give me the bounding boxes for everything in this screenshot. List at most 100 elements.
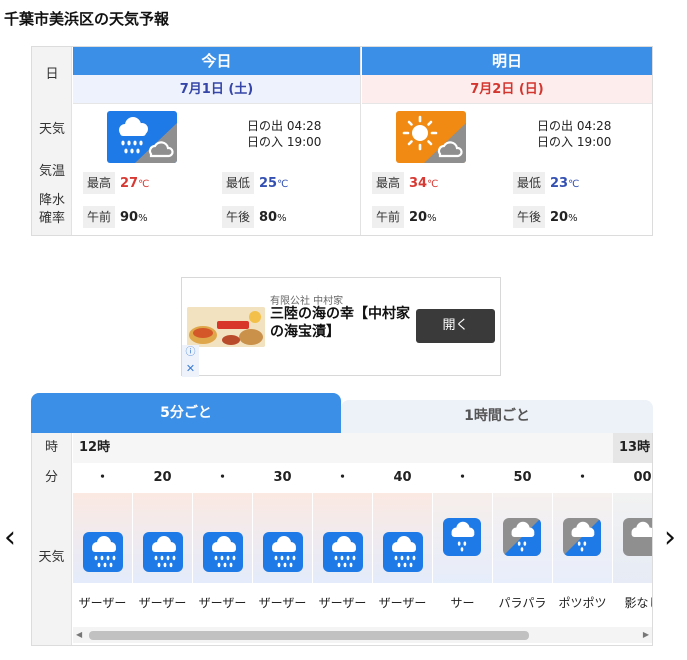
pm-precip-label: 午後 bbox=[222, 206, 255, 228]
high-temp-value: 34 bbox=[409, 176, 428, 191]
weather-description: 影なし bbox=[613, 583, 652, 623]
precip-unit: % bbox=[138, 213, 148, 224]
day-column-today: 今日 7月1日 (土) 日の出 04:28 日の入 19:00 最高 27℃ 最… bbox=[73, 47, 361, 235]
minute-label: 40 bbox=[373, 463, 432, 493]
sunny-then-cloudy-icon bbox=[396, 111, 466, 163]
light-rain-cloudy-icon bbox=[563, 518, 601, 556]
high-temp-label: 最高 bbox=[83, 172, 116, 194]
row-label-weather: 天気 bbox=[32, 493, 72, 645]
pm-precip: 午後 80% bbox=[222, 206, 287, 228]
nowcast-columns: ・ザーザー 20 ザーザー・ザーザー 30 ザーザー・ザーザー 40 ザーザー・サー 50 パラ… bbox=[73, 463, 652, 623]
low-temp: 最低 23℃ bbox=[513, 172, 579, 194]
minute-label: ・ bbox=[433, 463, 492, 493]
pm-precip-label: 午後 bbox=[513, 206, 546, 228]
weather-description: ザーザー bbox=[313, 583, 372, 623]
temp-unit: ℃ bbox=[277, 179, 289, 190]
nowcast-tabs: 5分ごと 1時間ごと bbox=[31, 393, 653, 433]
precip-unit: % bbox=[568, 213, 578, 224]
nowcast-column: ・ザーザー bbox=[193, 463, 253, 623]
precip-unit: % bbox=[427, 213, 437, 224]
row-label-precip-1: 降水 bbox=[38, 193, 65, 208]
sunset-time: 日の入 19:00 bbox=[537, 135, 612, 149]
day-column-tomorrow: 明日 7月2日 (日) 日の出 04:28 日の入 19:00 最高 34℃ 最… bbox=[362, 47, 652, 235]
tab-1hour[interactable]: 1時間ごと bbox=[341, 400, 653, 433]
prev-arrow-icon[interactable]: ‹ bbox=[4, 518, 16, 558]
nowcast-column: 00 影なし bbox=[613, 463, 652, 623]
nowcast-column: ・ザーザー bbox=[313, 463, 373, 623]
heavy-rain-icon bbox=[143, 532, 183, 572]
sun-times: 日の出 04:28 日の入 19:00 bbox=[247, 118, 321, 150]
ad-close-icon[interactable]: ✕ bbox=[182, 361, 199, 377]
weather-description: ザーザー bbox=[253, 583, 312, 623]
low-temp-value: 25 bbox=[259, 176, 278, 191]
weather-cell bbox=[133, 493, 192, 583]
ad-product-image[interactable] bbox=[187, 307, 265, 347]
scroll-right-icon[interactable]: ▶ bbox=[643, 630, 649, 639]
page-title: 千葉市美浜区の天気予報 bbox=[4, 10, 170, 28]
row-label-temp: 気温 bbox=[38, 164, 65, 179]
scroll-left-icon[interactable]: ◀ bbox=[76, 630, 82, 639]
minute-label: 00 bbox=[613, 463, 652, 493]
day-date: 7月2日 (日) bbox=[362, 75, 652, 104]
heavy-rain-icon bbox=[203, 532, 243, 572]
day-heading: 今日 bbox=[73, 47, 360, 75]
sun-times: 日の出 04:28 日の入 19:00 bbox=[537, 118, 611, 150]
weather-description: ザーザー bbox=[133, 583, 192, 623]
daily-forecast-table: 日 天気 気温 降水 確率 今日 7月1日 (土) 日の出 04:28 日の入 … bbox=[31, 46, 653, 236]
rain-then-cloudy-icon bbox=[107, 111, 177, 163]
minute-label: ・ bbox=[193, 463, 252, 493]
am-precip-value: 20 bbox=[409, 210, 428, 225]
light-rain-cloudy-icon bbox=[503, 518, 541, 556]
weather-cell bbox=[253, 493, 312, 583]
ad-banner[interactable]: 有限公社 中村家 三陸の海の幸【中村家の海宝漬】 開く ⓘ ✕ bbox=[181, 277, 501, 377]
weather-cell bbox=[613, 493, 652, 583]
weather-description: ザーザー bbox=[193, 583, 252, 623]
nowcast-column: ・ザーザー bbox=[73, 463, 133, 623]
row-label-hour: 時 bbox=[32, 433, 72, 463]
high-temp-label: 最高 bbox=[372, 172, 405, 194]
weather-description: サー bbox=[433, 583, 492, 623]
daily-row-labels: 日 天気 気温 降水 確率 bbox=[32, 47, 72, 235]
day-heading: 明日 bbox=[362, 47, 652, 75]
weather-cell bbox=[493, 493, 552, 583]
high-temp: 最高 34℃ bbox=[372, 172, 438, 194]
row-label-precip-2: 確率 bbox=[38, 211, 65, 226]
nowcast-column: ・サー bbox=[433, 463, 493, 623]
row-label-minute: 分 bbox=[32, 463, 72, 493]
weather-cell bbox=[313, 493, 372, 583]
nowcast-column: 40 ザーザー bbox=[373, 463, 433, 623]
minute-label: 20 bbox=[133, 463, 192, 493]
heavy-rain-icon bbox=[383, 532, 423, 572]
scrollbar-thumb[interactable] bbox=[89, 631, 529, 640]
row-label-day: 日 bbox=[45, 67, 59, 82]
day-date: 7月1日 (土) bbox=[73, 75, 360, 104]
hour-row: 12時 13時 bbox=[73, 433, 652, 463]
weather-cell bbox=[433, 493, 492, 583]
precip-unit: % bbox=[277, 213, 287, 224]
next-arrow-icon[interactable]: › bbox=[664, 518, 676, 558]
weather-cell bbox=[553, 493, 612, 583]
temp-unit: ℃ bbox=[427, 179, 439, 190]
row-label-weather: 天気 bbox=[38, 122, 65, 137]
pm-precip-value: 20 bbox=[550, 210, 569, 225]
rain-icon bbox=[443, 518, 481, 556]
weather-description: ポツポツ bbox=[553, 583, 612, 623]
ad-info-icon[interactable]: ⓘ bbox=[182, 345, 199, 361]
ad-open-button[interactable]: 開く bbox=[416, 309, 495, 343]
horizontal-scrollbar[interactable]: ◀ ▶ bbox=[73, 627, 652, 643]
am-precip: 午前 20% bbox=[372, 206, 437, 228]
pm-precip-value: 80 bbox=[259, 210, 278, 225]
nowcast-column: 30 ザーザー bbox=[253, 463, 313, 623]
minute-label: ・ bbox=[73, 463, 132, 493]
tab-5min[interactable]: 5分ごと bbox=[31, 393, 341, 433]
heavy-rain-icon bbox=[83, 532, 123, 572]
minute-label: ・ bbox=[553, 463, 612, 493]
nowcast-grid: 時 分 天気 12時 13時 ・ザーザー 20 ザーザー・ザーザー 30 ザーザー・ザー… bbox=[31, 433, 653, 646]
ad-title[interactable]: 三陸の海の幸【中村家の海宝漬】 bbox=[270, 305, 410, 341]
high-temp: 最高 27℃ bbox=[83, 172, 149, 194]
minute-label: 50 bbox=[493, 463, 552, 493]
temp-unit: ℃ bbox=[138, 179, 150, 190]
hour-label: 13時 bbox=[613, 433, 652, 463]
cloudy-icon bbox=[623, 518, 652, 556]
weather-description: ザーザー bbox=[373, 583, 432, 623]
